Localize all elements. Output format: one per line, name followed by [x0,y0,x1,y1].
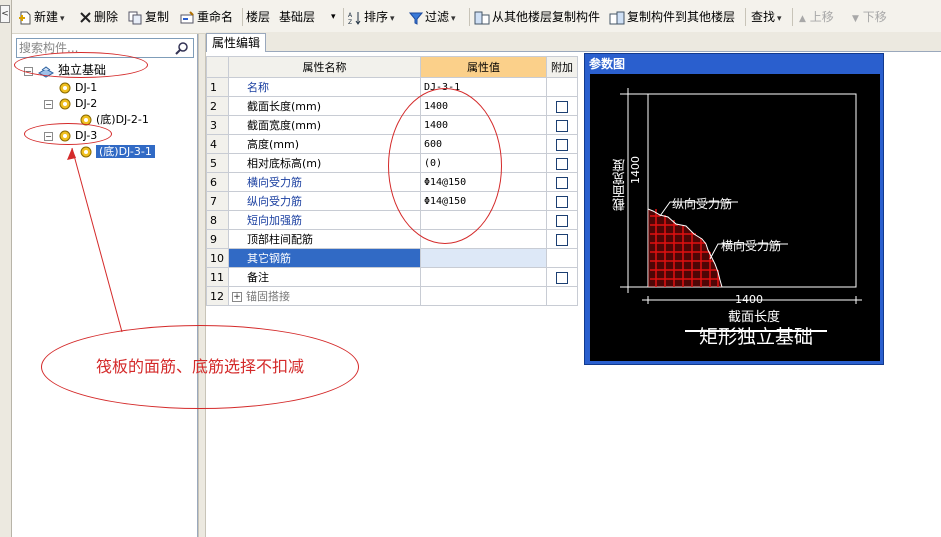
annotation-note: 筏板的面筋、底筋选择不扣减 [41,325,359,409]
annotation-arrow-head [67,148,76,160]
annotation-arrow-line [71,147,123,333]
annotation-arrow-layer [67,147,123,333]
